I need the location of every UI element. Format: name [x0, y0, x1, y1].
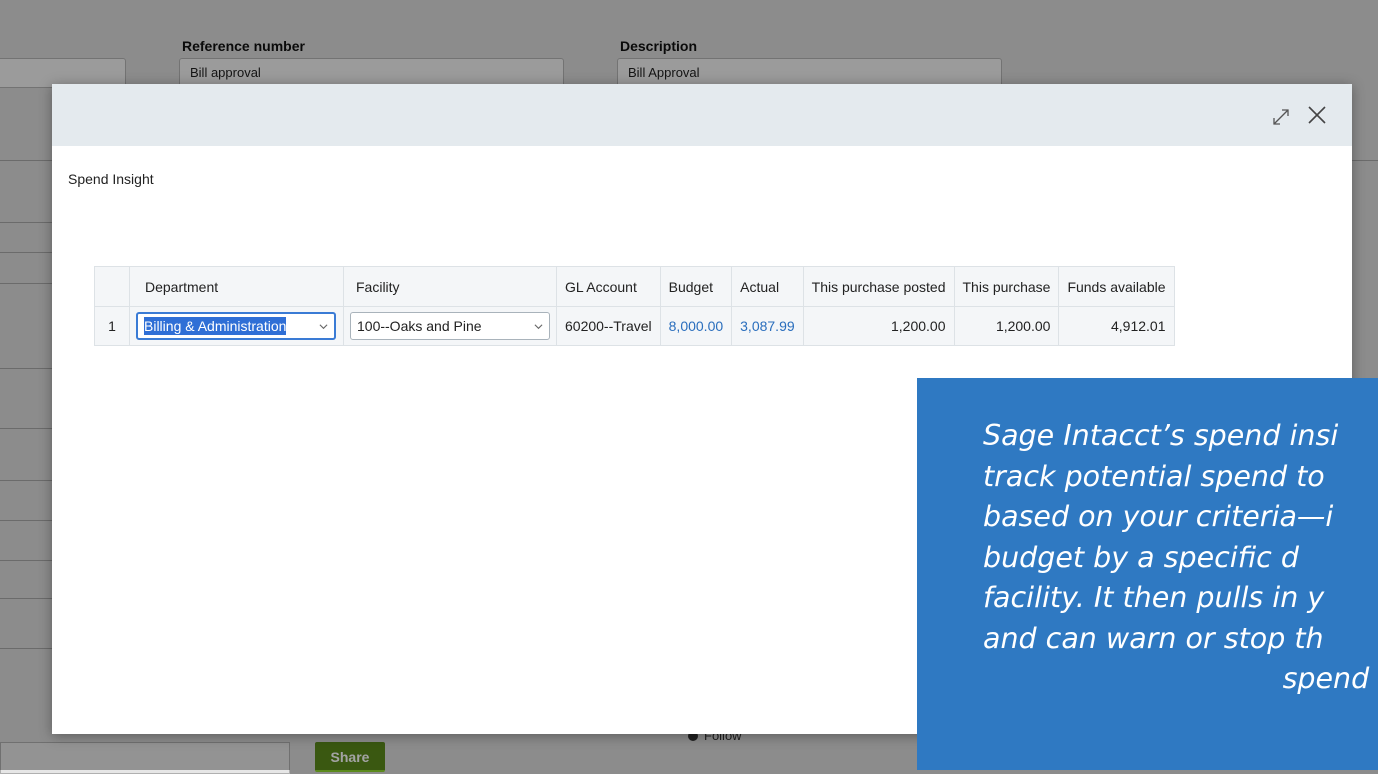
column-header-row-number [94, 266, 130, 307]
department-value: Billing & Administration [144, 317, 287, 335]
modal-header [52, 84, 1352, 146]
budget-link[interactable]: 8,000.00 [659, 306, 733, 346]
callout-line: spend if r [1282, 662, 1378, 695]
funds-available-cell: 4,912.01 [1058, 306, 1175, 346]
close-icon[interactable] [1306, 104, 1328, 126]
department-select[interactable]: Billing & Administration [136, 312, 336, 340]
column-header-this-purchase-posted[interactable]: This purchase posted [802, 266, 955, 307]
callout-text: Sage Intacct’s spend insi track potentia… [983, 416, 1378, 700]
expand-icon[interactable] [1270, 106, 1292, 128]
column-header-this-purchase[interactable]: This purchase [953, 266, 1060, 307]
callout-line: and can warn or stop th [983, 621, 1324, 655]
column-header-gl-account[interactable]: GL Account [556, 266, 661, 307]
this-purchase-cell: 1,200.00 [953, 306, 1060, 346]
facility-value: 100--Oaks and Pine [357, 318, 482, 334]
column-header-department[interactable]: Department [129, 266, 344, 307]
callout-line: facility. It then pulls in y [983, 581, 1325, 614]
chevron-down-icon [319, 323, 328, 329]
this-purchase-posted-cell: 1,200.00 [802, 306, 955, 346]
callout-box: Sage Intacct’s spend insi track potentia… [917, 378, 1378, 770]
facility-select[interactable]: 100--Oaks and Pine [350, 312, 550, 340]
column-header-actual[interactable]: Actual [731, 266, 804, 307]
callout-line: track potential spend to [983, 459, 1325, 493]
modal-title: Spend Insight [68, 171, 154, 187]
spend-insight-table: Department Facility GL Account Budget Ac… [94, 266, 1175, 346]
table-row: 1 Billing & Administration 100--Oaks and… [94, 306, 1175, 346]
chevron-down-icon [534, 323, 543, 329]
column-header-budget[interactable]: Budget [659, 266, 733, 307]
gl-account-cell: 60200--Travel [556, 306, 661, 346]
column-header-facility[interactable]: Facility [343, 266, 557, 307]
column-header-funds-available[interactable]: Funds available [1058, 266, 1175, 307]
actual-link[interactable]: 3,087.99 [731, 306, 804, 346]
callout-line: budget by a specific d [983, 540, 1299, 574]
table-header-row: Department Facility GL Account Budget Ac… [94, 266, 1175, 307]
callout-line: Sage Intacct’s spend insi [983, 419, 1339, 452]
callout-line: based on your criteria—i [983, 500, 1334, 533]
row-number: 1 [94, 306, 130, 346]
facility-cell: 100--Oaks and Pine [343, 306, 557, 346]
department-cell: Billing & Administration [129, 306, 344, 346]
